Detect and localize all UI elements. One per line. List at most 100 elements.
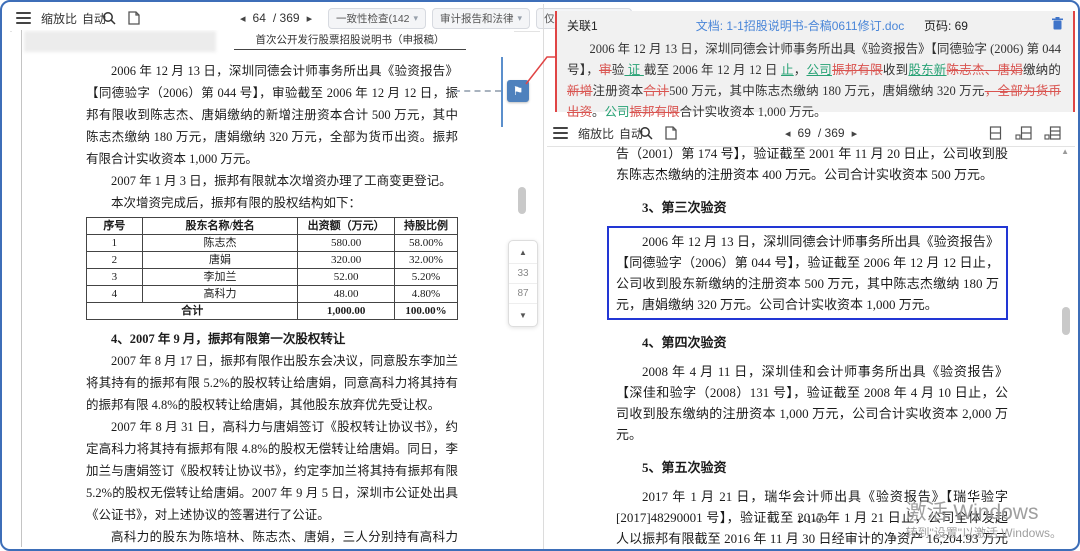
table-total-label: 合计 — [85, 302, 299, 320]
doc-heading: 4、第四次验资 — [642, 335, 727, 350]
page-total: / 369 — [272, 11, 300, 25]
diff-text: 2006 年 12 月 13 日，深圳同德会计师事务所出具《验资报告》【同德验字… — [567, 39, 1061, 123]
diff-segment-del: 新增 — [567, 84, 593, 98]
search-icon[interactable] — [102, 5, 116, 31]
table-total-percent: 100.00% — [393, 302, 459, 320]
table-header-cell: 股东名称/姓名 — [141, 217, 299, 235]
doc-paragraph: 2007 年 1 月 3 日，振邦有限就本次增资办理了工商变更登记。 — [111, 174, 452, 188]
table-row: 2 唐娟 320.00 32.00% — [86, 251, 459, 269]
page-edge-line — [21, 30, 22, 547]
table-row: 1 陈志杰 580.00 58.00% — [86, 234, 459, 252]
table-cell: 32.00% — [393, 251, 459, 269]
diff-segment-normal: ， — [793, 63, 807, 77]
diff-segment-normal: 截至 2006 年 12 月 12 日 — [643, 63, 782, 77]
table-cell: 4.80% — [393, 285, 459, 303]
table-cell: 1 — [86, 234, 143, 252]
diff-segment-normal: 缴纳的 — [1022, 63, 1061, 77]
table-header-cell: 持股比例 — [393, 217, 459, 235]
left-document-content: 2006 年 12 月 13 日，深圳同德会计师事务所出具《验资报告》【同德验字… — [85, 60, 459, 547]
redacted-area — [24, 31, 216, 52]
left-pager: ◂ 64 / 369 ▸ — [240, 5, 312, 31]
link-dash-connector — [454, 90, 501, 92]
next-page-button[interactable]: ▸ — [852, 127, 858, 140]
diff-count-total: 87 — [509, 283, 537, 303]
thumbnail-page-icon[interactable] — [128, 5, 140, 31]
table-cell: 58.00% — [393, 234, 459, 252]
page-number-value[interactable]: 64 — [253, 11, 266, 25]
doc-heading: 5、第五次验资 — [642, 460, 727, 475]
layout-single-icon[interactable] — [988, 126, 1003, 140]
left-toolbar: 缩放比 自动 ◂ 64 / 369 ▸ 一致性检查(142▾审计报告和法律▾仅显… — [10, 5, 632, 32]
next-page-button[interactable]: ▸ — [307, 12, 313, 25]
right-document-content: 告（2001）第 174 号】，验证截至 2001 年 11 月 20 日止，公… — [607, 143, 1008, 549]
doc-paragraph: 2006 年 12 月 13 日，深圳同德会计师事务所出具《验资报告》【同德验字… — [616, 234, 999, 312]
doc-paragraph: 2007 年 8 月 17 日，振邦有限作出股东会决议，同意股东李加兰将其持有的… — [86, 354, 458, 412]
table-cell: 52.00 — [297, 268, 395, 286]
table-cell: 48.00 — [297, 285, 395, 303]
delete-link-icon[interactable] — [1052, 17, 1063, 33]
linked-document-link[interactable]: 文档: 1-1招股说明书-合稿0611修订.doc — [677, 17, 923, 34]
prev-diff-button[interactable]: ▲ — [509, 241, 537, 263]
windows-activation-watermark: 激活 Windows 转到"设置"以激活 Windows。 — [905, 501, 1062, 540]
chevron-down-icon: ▾ — [413, 12, 419, 23]
link-flag-button[interactable]: ⚑ — [507, 80, 529, 102]
diff-segment-ins: 公司 — [806, 63, 832, 77]
doc-paragraph: 高科力的股东为陈培林、陈志杰、唐娟，三人分别持有高科力 50%、40%和 10%… — [111, 530, 458, 544]
diff-segment-ins: 止 — [781, 63, 794, 77]
menu-icon[interactable] — [553, 127, 568, 139]
diff-segment-del: 审 — [598, 63, 612, 77]
table-total-amount: 1,000.00 — [297, 302, 395, 320]
table-cell: 3 — [86, 268, 143, 286]
page-number-value[interactable]: 69 — [798, 126, 811, 140]
doc-paragraph: 2007 年 8 月 31 日，高科力与唐娟签订《股权转让协议书》，约定高科力将… — [86, 420, 458, 522]
prev-page-button[interactable]: ◂ — [240, 12, 246, 25]
app-window: 缩放比 自动 ◂ 64 / 369 ▸ 一致性检查(142▾审计报告和法律▾仅显… — [0, 0, 1080, 551]
right-scrollbar-thumb[interactable] — [1062, 307, 1070, 335]
diff-segment-del: 陈志杰、唐娟 — [946, 63, 1023, 77]
table-header-cell: 序号 — [86, 217, 143, 235]
filter-dropdown[interactable]: 审计报告和法律 ▾ — [432, 7, 531, 29]
filter-dropdown-label: 一致性检查(142 — [336, 12, 410, 25]
next-diff-button[interactable]: ▼ — [509, 303, 537, 326]
right-document-panel: 缩放比 自动 ◂ 69 / 369 ▸ 告（2001）第 174 号】，验证截至… — [547, 117, 1075, 547]
layout-split-icon[interactable] — [1015, 126, 1032, 140]
layout-grid-icon[interactable] — [1044, 126, 1061, 140]
table-cell: 320.00 — [297, 251, 395, 269]
doc-paragraph: 告（2001）第 174 号】，验证截至 2001 年 11 月 20 日止，公… — [616, 146, 1008, 182]
filter-dropdown-label: 审计报告和法律 — [440, 12, 514, 25]
menu-icon[interactable] — [16, 12, 31, 24]
chevron-down-icon: ▾ — [517, 12, 523, 23]
diff-segment-normal: 500 万元，其中陈志杰缴纳 180 万元，唐娟缴纳 320 万元 — [669, 84, 985, 98]
diff-navigator: ▲ 33 87 ▼ — [508, 240, 538, 327]
flag-icon: ⚑ — [512, 84, 524, 98]
filter-dropdown[interactable]: 一致性检查(142 ▾ — [328, 7, 427, 29]
left-scrollbar-thumb[interactable] — [518, 187, 526, 214]
document-header: 首次公开发行股票招股说明书（申报稿） — [234, 32, 466, 50]
linked-page-number: 页码: 69 — [923, 19, 968, 33]
table-cell: 高科力 — [141, 285, 299, 303]
left-document: 首次公开发行股票招股说明书（申报稿） 2006 年 12 月 13 日，深圳同德… — [12, 30, 514, 547]
table-cell: 2 — [86, 251, 143, 269]
table-cell: 李加兰 — [141, 268, 299, 286]
scroll-up-arrow[interactable]: ▲ — [1061, 147, 1069, 156]
table-cell: 唐娟 — [141, 251, 299, 269]
diff-segment-del: 合计 — [643, 84, 670, 98]
diff-segment-normal: 验 — [611, 63, 625, 77]
table-cell: 4 — [86, 285, 143, 303]
zoom-label: 缩放比 — [41, 11, 78, 26]
diff-segment-normal: 注册资本 — [592, 84, 644, 98]
prev-page-button[interactable]: ◂ — [785, 127, 791, 140]
text-range-marker — [501, 57, 503, 127]
page-total: / 369 — [817, 126, 845, 140]
link-card-title: 关联1 — [567, 19, 598, 33]
shareholding-table: 序号 股东名称/姓名 出资额（万元） 持股比例 1 陈志杰 580.00 58.00% 2 唐娟 3… — [85, 217, 459, 320]
panel-divider — [543, 4, 544, 549]
diff-segment-normal: 收到 — [882, 63, 909, 77]
diff-segment-del: 振邦有限 — [831, 63, 883, 77]
doc-paragraph: 本次增资完成后，振邦有限的股权结构如下： — [111, 196, 362, 210]
table-header-cell: 出资额（万元） — [297, 217, 395, 235]
zoom-label: 缩放比 — [578, 126, 615, 141]
diff-count-current: 33 — [509, 263, 537, 283]
table-cell: 5.20% — [393, 268, 459, 286]
link-card: 关联1 文档: 1-1招股说明书-合稿0611修订.doc 页码: 69 200… — [555, 11, 1075, 119]
